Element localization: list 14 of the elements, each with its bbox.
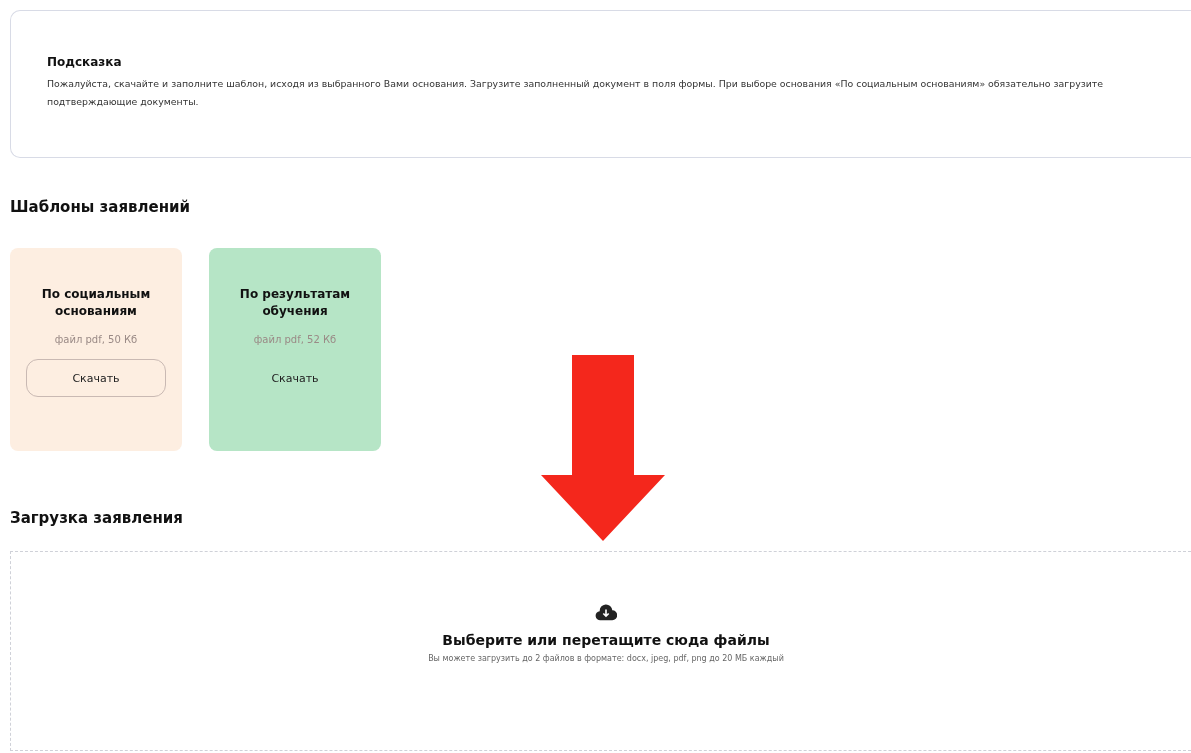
cloud-download-icon (595, 604, 617, 622)
hint-title: Подсказка (47, 55, 123, 69)
section-heading: Шаблоны заявлений (10, 198, 192, 216)
download-button[interactable]: Скачать (26, 359, 166, 397)
file-info: файл pdf, 50 Кб (54, 334, 138, 345)
download-button[interactable]: Скачать (225, 359, 365, 397)
drop-note: Вы можете загрузить до 2 файлов в формате: docx, jpeg, pdf, png до 20 МБ каждый (428, 654, 784, 663)
file-drop-zone[interactable]: Выберите или перетащите сюда файлы Вы можете загрузить до 2 файлов в формате: docx, jpeg, pdf, png до 20 МБ каждый (10, 551, 1191, 751)
section-heading: Загрузка заявления (10, 509, 184, 527)
card-title: По социальным основаниям (40, 286, 152, 320)
card-title: По результатам обучения (238, 286, 352, 320)
hint-text: Пожалуйста, скачайте и заполните шаблон, исходя из выбранного Вами основания. Загрузите заполненный документ в поля формы. При выборе основания «По социальным основаниям» обязательно загрузите подтверждающие документы. (47, 77, 1105, 109)
drop-title: Выберите или перетащите сюда файлы (442, 632, 770, 648)
file-info: файл pdf, 52 Кб (253, 334, 337, 345)
